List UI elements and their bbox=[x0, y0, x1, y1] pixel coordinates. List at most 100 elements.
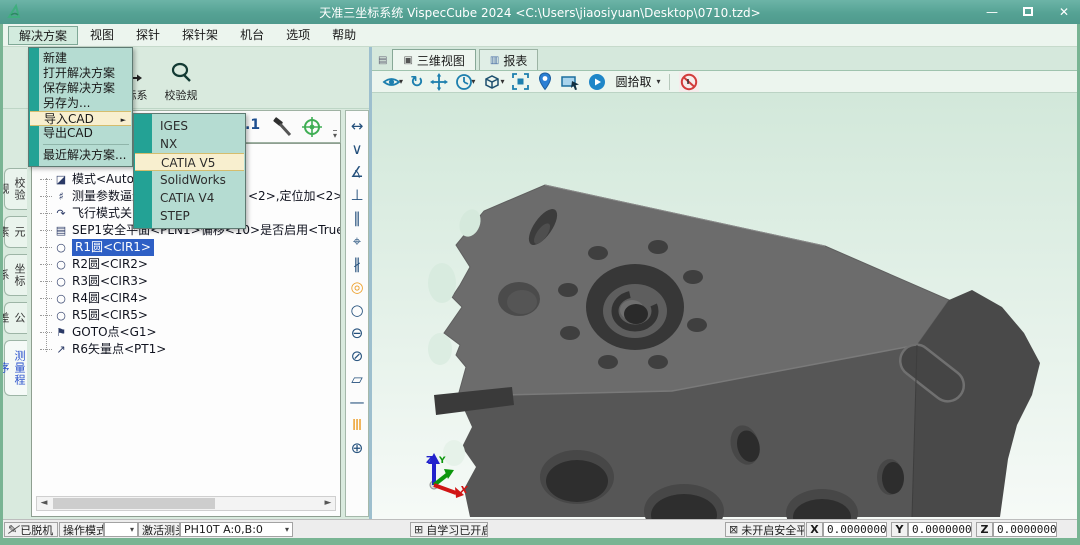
scrollbar-thumb[interactable] bbox=[53, 498, 215, 509]
menu-item-recent-solutions[interactable]: 最近解决方案... bbox=[29, 148, 132, 163]
circle-pick-button[interactable]: 圆拾取 bbox=[615, 73, 651, 90]
scroll-right-icon[interactable]: ► bbox=[321, 497, 335, 510]
tree-item-circle-r2[interactable]: ○ R2圆<CIR2> bbox=[32, 256, 340, 273]
close-button[interactable]: ✕ bbox=[1054, 5, 1074, 19]
menu-bar: 解决方案 视图 探针 探针架 机台 选项 帮助 bbox=[0, 24, 1080, 47]
tab-measure-program[interactable]: 测量程序 bbox=[4, 340, 27, 396]
position-icon[interactable]: ⌖ bbox=[353, 230, 361, 253]
tab-tolerance[interactable]: 公差 bbox=[4, 302, 27, 334]
submenu-item-solidworks[interactable]: SolidWorks bbox=[134, 171, 245, 189]
menu-options[interactable]: 选项 bbox=[276, 26, 320, 45]
coaxiality-icon[interactable]: ◎ bbox=[350, 276, 363, 299]
visibility-button[interactable]: ▾ bbox=[382, 72, 403, 92]
report-tab-icon: ▥ bbox=[490, 55, 499, 66]
menu-item-export-cad[interactable]: 导出CAD bbox=[29, 126, 132, 141]
operation-mode-label: 操作模式 bbox=[59, 522, 104, 537]
chevron-down-icon: ▾ bbox=[281, 525, 289, 534]
maximize-button[interactable] bbox=[1018, 5, 1038, 19]
construct-button[interactable] bbox=[270, 115, 294, 142]
magnifier-icon bbox=[169, 61, 193, 85]
circle-icon: ○ bbox=[54, 256, 68, 273]
tab-gauge-check[interactable]: 校验规 bbox=[4, 168, 27, 210]
menu-machine[interactable]: 机台 bbox=[230, 26, 274, 45]
menu-solution[interactable]: 解决方案 bbox=[8, 26, 78, 45]
run-button[interactable] bbox=[588, 72, 606, 92]
window-border-left bbox=[0, 24, 3, 545]
symmetry-icon[interactable]: ⊖ bbox=[351, 322, 364, 345]
location-pin-icon bbox=[537, 72, 553, 91]
perpendicularity-icon[interactable]: ⊥ bbox=[350, 184, 363, 207]
offline-status[interactable]: ✎ 已脱机 bbox=[4, 522, 58, 537]
fit-view-button[interactable] bbox=[511, 72, 530, 92]
line-profile-icon[interactable]: Ⅲ bbox=[352, 414, 362, 437]
menu-item-import-cad[interactable]: 导入CAD bbox=[30, 111, 131, 126]
tree-item-circle-r1[interactable]: ○ R1圆<CIR1> bbox=[32, 239, 340, 256]
3d-viewport[interactable]: Z Y X bbox=[372, 93, 1077, 519]
standard-views-button[interactable]: ▾ bbox=[482, 72, 504, 92]
safety-plane-icon: ▤ bbox=[54, 222, 68, 239]
minimize-button[interactable]: — bbox=[982, 5, 1002, 19]
runout-icon[interactable]: ⊘ bbox=[351, 345, 364, 368]
submenu-item-catia-v4[interactable]: CATIA V4 bbox=[134, 189, 245, 207]
roundness-icon[interactable]: ○ bbox=[350, 299, 363, 322]
straightness-icon[interactable]: — bbox=[350, 391, 365, 414]
x-coordinate-value: 0.0000000 bbox=[823, 522, 887, 537]
solution-dropdown-menu: 新建 打开解决方案 保存解决方案 另存为... 导入CAD 导出CAD 最近解决… bbox=[28, 47, 133, 167]
pan-view-button[interactable] bbox=[430, 72, 448, 92]
view-orientation-button[interactable]: ▾ bbox=[455, 72, 475, 92]
menu-probe-rack[interactable]: 探针架 bbox=[172, 26, 228, 45]
pick-dropdown-icon[interactable]: ▾ bbox=[656, 77, 660, 86]
view-tab-bar: ▤ ▣ 三维视图 ▥ 报表 bbox=[372, 47, 1077, 71]
rotate-view-button[interactable]: ↻ bbox=[410, 72, 423, 92]
tree-horizontal-scrollbar[interactable]: ◄ ► bbox=[36, 496, 336, 511]
menu-item-save-as[interactable]: 另存为... bbox=[29, 96, 132, 111]
window-title: 天准三坐标系统 VispecCube 2024 <C:\Users\jiaosi… bbox=[0, 4, 1080, 21]
tree-item-goto-point[interactable]: ⚑ GOTO点<G1> bbox=[32, 324, 340, 341]
tab-3d-view[interactable]: ▣ 三维视图 bbox=[392, 49, 475, 70]
target-icon bbox=[300, 115, 324, 139]
menu-view[interactable]: 视图 bbox=[80, 26, 124, 45]
menu-item-save-solution[interactable]: 保存解决方案 bbox=[29, 81, 132, 96]
menu-item-open-solution[interactable]: 打开解决方案 bbox=[29, 66, 132, 81]
concentricity-icon[interactable]: ∦ bbox=[353, 253, 361, 276]
application-window: 天准三坐标系统 VispecCube 2024 <C:\Users\jiaosi… bbox=[0, 0, 1080, 545]
scroll-left-icon[interactable]: ◄ bbox=[37, 497, 51, 510]
gauge-check-button[interactable]: 校验规 bbox=[156, 61, 206, 103]
submenu-item-nx[interactable]: NX bbox=[134, 135, 245, 153]
tab-report[interactable]: ▥ 报表 bbox=[479, 49, 538, 70]
tree-item-vector-point[interactable]: ↗ R6矢量点<PT1> bbox=[32, 341, 340, 358]
menu-item-new[interactable]: 新建 bbox=[29, 51, 132, 66]
self-learning-status[interactable]: ⊞ 自学习已开启 bbox=[410, 522, 488, 537]
tab-bar-menu-icon[interactable]: ▤ bbox=[376, 55, 389, 70]
toolbar-overflow-button[interactable]: ▾ bbox=[333, 130, 337, 140]
tree-item-circle-r4[interactable]: ○ R4圆<CIR4> bbox=[32, 290, 340, 307]
tree-item-circle-r5[interactable]: ○ R5圆<CIR5> bbox=[32, 307, 340, 324]
active-probe-label: 激活测头 bbox=[138, 522, 180, 537]
submenu-item-iges[interactable]: IGES bbox=[134, 117, 245, 135]
tree-item-circle-r3[interactable]: ○ R3圆<CIR3> bbox=[32, 273, 340, 290]
angularity-icon[interactable]: ∡ bbox=[350, 161, 363, 184]
window-select-button[interactable] bbox=[560, 72, 581, 92]
submenu-item-step[interactable]: STEP bbox=[134, 207, 245, 225]
distance-icon[interactable]: ↔ bbox=[351, 115, 364, 138]
parallelism-icon[interactable]: ∥ bbox=[353, 207, 361, 230]
tab-coordinate-system[interactable]: 坐标系 bbox=[4, 254, 27, 296]
stop-button[interactable] bbox=[679, 72, 699, 92]
circle-icon: ○ bbox=[54, 290, 68, 307]
active-probe-select[interactable]: PH10T A:0,B:0 ▾ bbox=[180, 522, 293, 537]
locate-button[interactable] bbox=[537, 72, 553, 92]
select-window-icon bbox=[560, 73, 581, 91]
total-runout-icon[interactable]: ⊕ bbox=[351, 437, 364, 460]
tab-elements[interactable]: 元素 bbox=[4, 216, 27, 248]
menu-help[interactable]: 帮助 bbox=[322, 26, 366, 45]
flatness-icon[interactable]: ▱ bbox=[351, 368, 363, 391]
decimal-places-button[interactable]: .1 bbox=[245, 117, 260, 133]
play-icon bbox=[588, 73, 606, 91]
menu-probe[interactable]: 探针 bbox=[126, 26, 170, 45]
safety-plane-status[interactable]: ⊠ 未开启安全平面 bbox=[725, 522, 805, 537]
x-axis-label: X bbox=[806, 522, 823, 537]
submenu-item-catia-v5[interactable]: CATIA V5 bbox=[135, 153, 244, 171]
operation-mode-select[interactable]: ▾ bbox=[104, 522, 138, 537]
angle-icon[interactable]: ∨ bbox=[352, 138, 363, 161]
alignment-button[interactable] bbox=[300, 115, 324, 142]
